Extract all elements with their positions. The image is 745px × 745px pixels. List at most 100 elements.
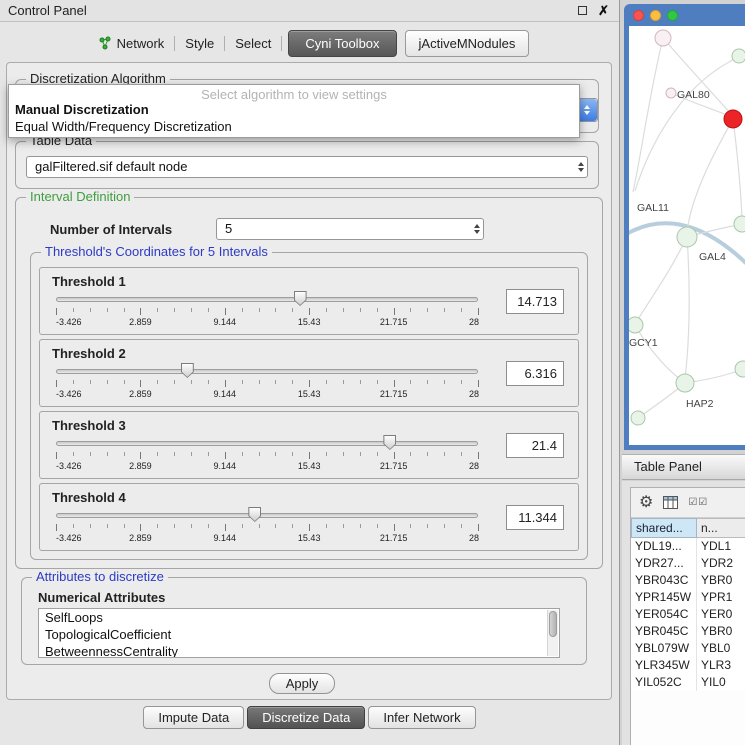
column-selector-icon[interactable]	[663, 496, 678, 509]
table-row[interactable]: YDL19...YDL1	[631, 538, 745, 555]
tab-style[interactable]: Style	[175, 32, 224, 55]
slider-track[interactable]	[56, 297, 478, 302]
threshold-slider[interactable]: -3.4262.8599.14415.4321.71528	[56, 362, 478, 404]
combo-stepper-icon[interactable]	[577, 99, 597, 121]
threshold-value-input[interactable]: 6.316	[506, 361, 564, 386]
table-cell[interactable]: YDL1	[697, 538, 745, 555]
num-intervals-label: Number of Intervals	[50, 222, 172, 237]
up-arrow-icon	[578, 162, 584, 166]
network-canvas[interactable]: GAL80GAL11GAL4GCY1HAP2	[629, 26, 745, 445]
attribute-items: SelfLoopsTopologicalCoefficientBetweenne…	[39, 609, 559, 658]
table-row[interactable]: YDR27...YDR2	[631, 555, 745, 572]
dropdown-option-equal-width[interactable]: Equal Width/Frequency Discretization	[9, 118, 579, 135]
minimize-window-icon[interactable]	[650, 10, 661, 21]
tick-mark	[157, 380, 158, 384]
table-cell[interactable]: YPR1	[697, 589, 745, 606]
tab-cyni-toolbox[interactable]: Cyni Toolbox	[288, 30, 396, 57]
table-row[interactable]: YBL079WYBL0	[631, 640, 745, 657]
apply-button[interactable]: Apply	[269, 673, 335, 694]
tab-discretize-data[interactable]: Discretize Data	[247, 706, 365, 729]
slider-track[interactable]	[56, 513, 478, 518]
tick-mark	[275, 308, 276, 312]
table-cell[interactable]: YIL0	[697, 674, 745, 691]
threshold-slider[interactable]: -3.4262.8599.14415.4321.71528	[56, 434, 478, 476]
column-header-name[interactable]: n...	[697, 518, 745, 538]
table-cell[interactable]: YIL052C	[631, 674, 697, 691]
select-rows-icons[interactable]: ☑☑	[688, 497, 708, 508]
threshold-value-input[interactable]: 21.4	[506, 433, 564, 458]
float-window-icon[interactable]	[578, 6, 587, 15]
slider-handle[interactable]	[181, 363, 194, 378]
network-canvas-svg: GAL80GAL11GAL4GCY1HAP2	[629, 26, 745, 445]
network-view-window[interactable]: GAL80GAL11GAL4GCY1HAP2	[624, 4, 745, 450]
scale-label: -3.426	[56, 461, 82, 471]
gear-icon[interactable]: ⚙	[639, 495, 653, 511]
combo-stepper-icon[interactable]	[578, 162, 584, 172]
table-cell[interactable]: YER054C	[631, 606, 697, 623]
tick-mark	[242, 524, 243, 528]
table-cell[interactable]: YDR27...	[631, 555, 697, 572]
table-row[interactable]: YPR145WYPR1	[631, 589, 745, 606]
table-cell[interactable]: YBL0	[697, 640, 745, 657]
network-node[interactable]	[735, 361, 745, 377]
network-node[interactable]	[655, 30, 671, 46]
threshold-value-input[interactable]: 14.713	[506, 289, 564, 314]
tab-infer-network[interactable]: Infer Network	[368, 706, 475, 729]
attribute-item[interactable]: SelfLoops	[39, 609, 559, 626]
threshold-slider[interactable]: -3.4262.8599.14415.4321.71528	[56, 290, 478, 332]
table-row[interactable]: YBR045CYBR0	[631, 623, 745, 640]
tab-network[interactable]: Network	[88, 32, 175, 55]
column-header-shared-name[interactable]: shared...	[631, 518, 697, 538]
slider-handle[interactable]	[294, 291, 307, 306]
attribute-item[interactable]: TopologicalCoefficient	[39, 626, 559, 643]
tab-jactivemodules[interactable]: jActiveMNodules	[405, 30, 530, 57]
network-node[interactable]	[676, 374, 694, 392]
zoom-window-icon[interactable]	[667, 10, 678, 21]
threshold-value-input[interactable]: 11.344	[506, 505, 564, 530]
slider-handle[interactable]	[383, 435, 396, 450]
num-intervals-combobox[interactable]: 5	[216, 218, 484, 240]
table-row[interactable]: YLR345WYLR3	[631, 657, 745, 674]
network-node[interactable]	[631, 411, 645, 425]
tick-mark	[360, 524, 361, 528]
network-node[interactable]	[629, 317, 643, 333]
scrollbar[interactable]	[547, 610, 558, 656]
tab-impute-data[interactable]: Impute Data	[143, 706, 244, 729]
table-cell[interactable]: YBR043C	[631, 572, 697, 589]
tick-mark	[275, 380, 276, 384]
attribute-item[interactable]: BetweennessCentrality	[39, 643, 559, 658]
table-cell[interactable]: YDR2	[697, 555, 745, 572]
scrollbar-thumb[interactable]	[549, 611, 557, 637]
table-row[interactable]: YBR043CYBR0	[631, 572, 745, 589]
slider-handle[interactable]	[248, 507, 261, 522]
table-row[interactable]: YER054CYER0	[631, 606, 745, 623]
table-row[interactable]: YIL052CYIL0	[631, 674, 745, 691]
network-node[interactable]	[724, 110, 742, 128]
network-node[interactable]	[734, 216, 745, 232]
slider-track[interactable]	[56, 369, 478, 374]
table-cell[interactable]: YBL079W	[631, 640, 697, 657]
table-cell[interactable]: YLR3	[697, 657, 745, 674]
table-data-combobox[interactable]: galFiltered.sif default node	[26, 156, 588, 178]
close-window-icon[interactable]	[633, 10, 644, 21]
tick-mark	[208, 380, 209, 384]
network-node[interactable]	[732, 49, 745, 63]
network-node[interactable]	[666, 88, 676, 98]
combo-stepper-icon[interactable]	[474, 224, 480, 234]
table-cell[interactable]: YBR0	[697, 623, 745, 640]
interval-definition-group: Interval Definition Number of Intervals …	[15, 197, 603, 569]
table-cell[interactable]: YLR345W	[631, 657, 697, 674]
table-cell[interactable]: YER0	[697, 606, 745, 623]
tick-mark	[377, 452, 378, 456]
slider-track[interactable]	[56, 441, 478, 446]
table-cell[interactable]: YBR045C	[631, 623, 697, 640]
close-icon[interactable]: ✗	[598, 2, 609, 20]
network-node[interactable]	[677, 227, 697, 247]
dropdown-option-manual-discretization[interactable]: Manual Discretization	[9, 101, 579, 118]
table-cell[interactable]: YPR145W	[631, 589, 697, 606]
numerical-attributes-list[interactable]: SelfLoopsTopologicalCoefficientBetweenne…	[38, 608, 560, 658]
table-cell[interactable]: YDL19...	[631, 538, 697, 555]
threshold-slider[interactable]: -3.4262.8599.14415.4321.71528	[56, 506, 478, 548]
table-cell[interactable]: YBR0	[697, 572, 745, 589]
tab-select[interactable]: Select	[225, 32, 281, 55]
